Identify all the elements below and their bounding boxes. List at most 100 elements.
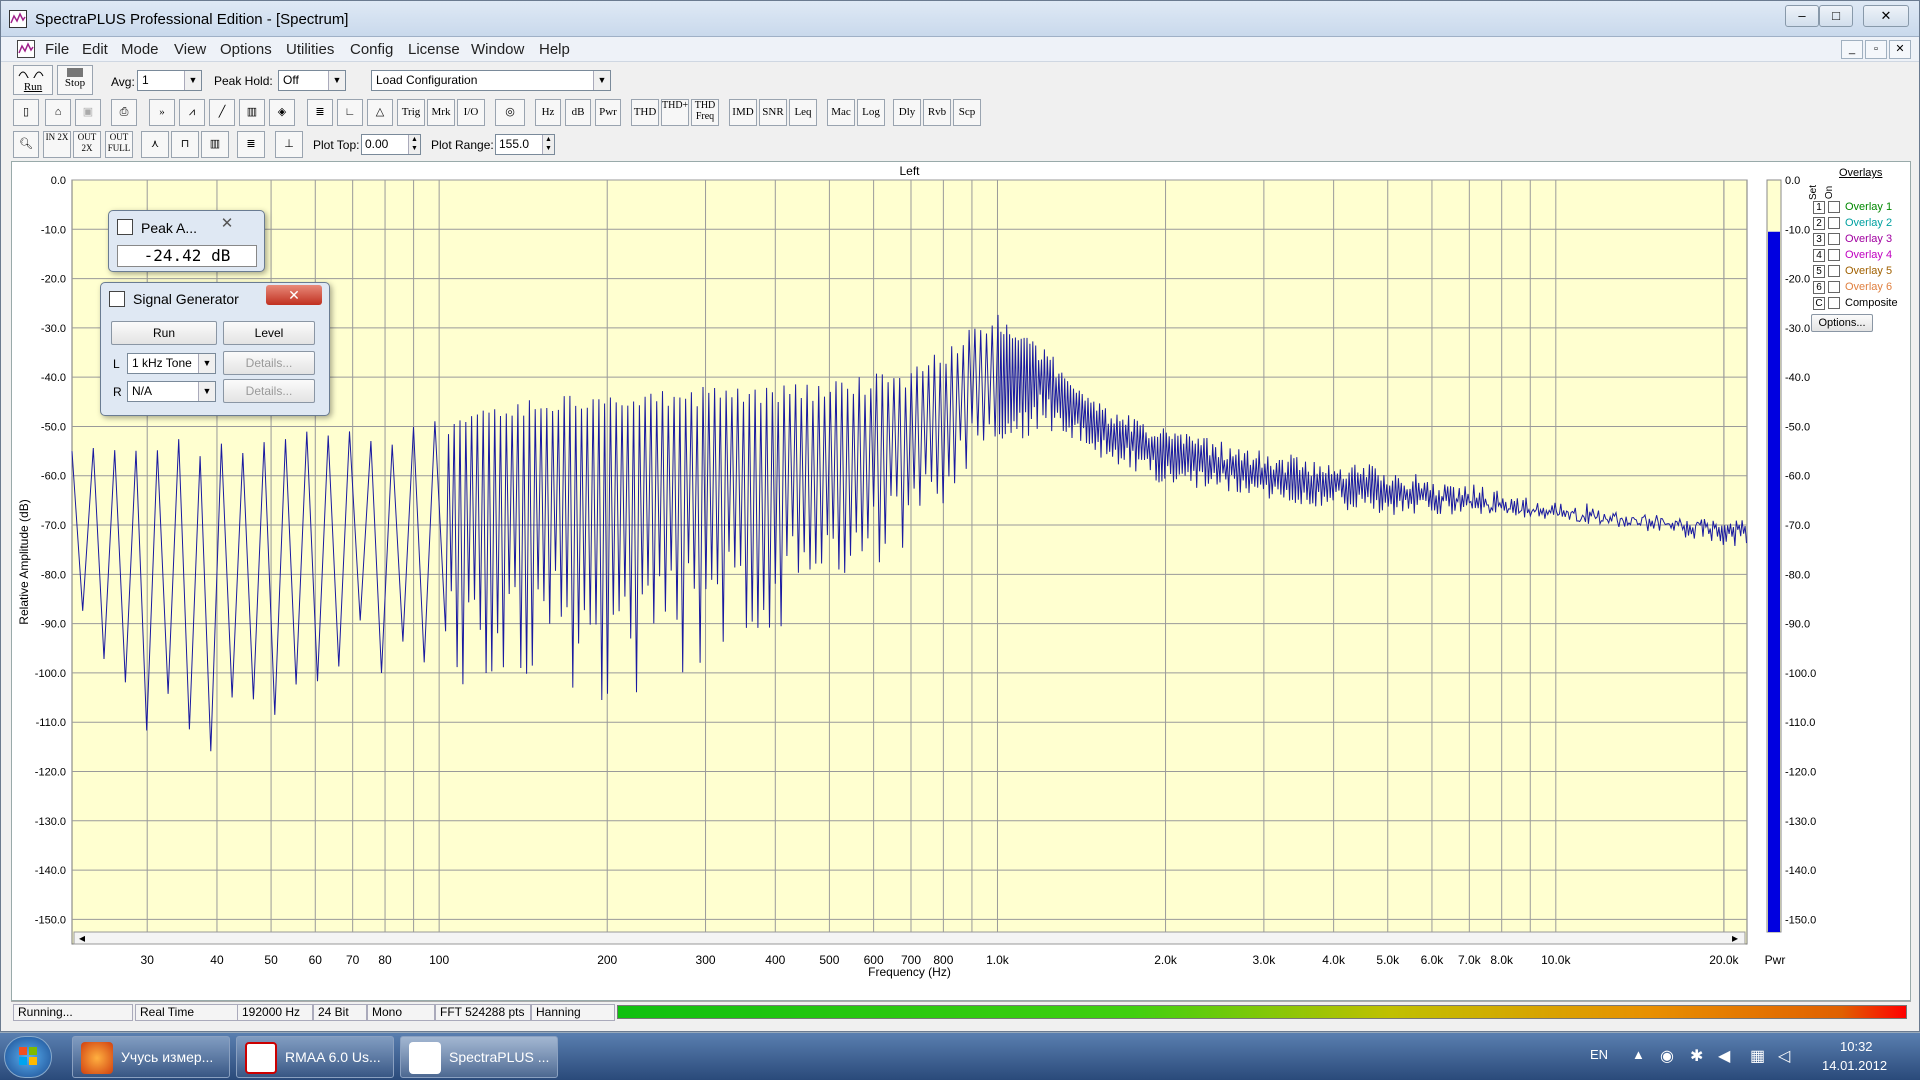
weighting-icon[interactable]: △ (367, 99, 393, 126)
signal-generator-icon[interactable]: ◎ (495, 99, 525, 126)
maximize-button[interactable]: □ (1819, 5, 1853, 27)
3d-surface-icon[interactable]: ◈ (269, 99, 295, 126)
overlay-checkbox[interactable] (1828, 265, 1840, 277)
peak-amplitude-window[interactable]: Peak A... ✕ -24.42 dB (108, 210, 265, 272)
zoom-out-2x-button[interactable]: OUT 2X (73, 131, 101, 158)
menu-file[interactable]: File (45, 41, 69, 58)
zoom-icon[interactable]: 🔍︎ (13, 131, 39, 158)
overlay-checkbox[interactable] (1828, 281, 1840, 293)
composite-checkbox[interactable] (1828, 297, 1840, 309)
mac-button[interactable]: Mac (827, 99, 855, 126)
imd-button[interactable]: IMD (729, 99, 757, 126)
task-pdf[interactable]: RMAA 6.0 Us... (236, 1036, 394, 1078)
avg-select[interactable]: 1 ▼ (137, 70, 202, 91)
menu-options[interactable]: Options (220, 41, 272, 58)
peak-hold-select[interactable]: Off ▼ (278, 70, 346, 91)
spectrogram-icon[interactable]: ▥ (239, 99, 265, 126)
zoom-in-2x-button[interactable]: IN 2X (43, 131, 71, 158)
overlay-set-button[interactable]: 5 (1813, 265, 1825, 278)
minimize-button[interactable]: – (1785, 5, 1819, 27)
delay-button[interactable]: Dly (893, 99, 921, 126)
menu-config[interactable]: Config (350, 41, 393, 58)
overlay-checkbox[interactable] (1828, 217, 1840, 229)
speaker-icon[interactable]: ◁ (1778, 1046, 1790, 1066)
tray-expand-icon[interactable]: ▲ (1632, 1047, 1645, 1062)
close-button[interactable]: ✕ (1863, 5, 1909, 27)
peak-view-icon[interactable]: ⋏ (141, 131, 169, 158)
new-file-icon[interactable]: ▯ (13, 99, 39, 126)
overlay-options-button[interactable]: Options... (1811, 314, 1873, 332)
overlay-checkbox[interactable] (1828, 233, 1840, 245)
menu-window[interactable]: Window (471, 41, 524, 58)
overlay-set-button[interactable]: 3 (1813, 233, 1825, 246)
spectrum-icon[interactable]: ⩘ (179, 99, 205, 126)
thd-n-button[interactable]: THD+N (661, 99, 689, 126)
bluetooth-icon[interactable]: ✱ (1690, 1046, 1703, 1066)
menu-mode[interactable]: Mode (121, 41, 159, 58)
axis-icon[interactable]: ∟ (337, 99, 363, 126)
thd-freq-button[interactable]: THD Freq (691, 99, 719, 126)
bars-view-icon[interactable]: ▥ (201, 131, 229, 158)
menu-help[interactable]: Help (539, 41, 570, 58)
configuration-select[interactable]: Load Configuration ▼ (371, 70, 611, 91)
scope-button[interactable]: Scp (953, 99, 981, 126)
left-details-button[interactable]: Details... (223, 351, 315, 375)
close-icon[interactable]: ✕ (266, 285, 322, 305)
octave-view-icon[interactable]: ⊓ (171, 131, 199, 158)
db-button[interactable]: dB (565, 99, 591, 126)
plot-range-input[interactable]: 155.0 ▲ ▼ (495, 134, 555, 155)
overlay-checkbox[interactable] (1828, 249, 1840, 261)
mdi-close-button[interactable]: ✕ (1889, 40, 1911, 59)
overlay-set-button[interactable]: 2 (1813, 217, 1825, 230)
list-icon[interactable]: ≣ (307, 99, 333, 126)
line-icon[interactable]: ╱ (209, 99, 235, 126)
network-icon[interactable]: ▦ (1750, 1046, 1765, 1066)
hz-button[interactable]: Hz (535, 99, 561, 126)
io-button[interactable]: I/O (457, 99, 485, 126)
trigger-button[interactable]: Trig (397, 99, 425, 126)
display-settings-icon[interactable]: ≣ (237, 131, 265, 158)
pwr-button[interactable]: Pwr (595, 99, 621, 126)
generator-run-button[interactable]: Run (111, 321, 217, 345)
right-details-button[interactable]: Details... (223, 379, 315, 403)
start-button[interactable] (4, 1036, 52, 1078)
document-icon[interactable] (17, 40, 35, 58)
stop-button[interactable]: Stop (57, 65, 93, 95)
menu-view[interactable]: View (174, 41, 206, 58)
menu-license[interactable]: License (408, 41, 460, 58)
print-icon[interactable]: ⎙ (111, 99, 137, 126)
overlay-set-button[interactable]: 1 (1813, 201, 1825, 214)
open-folder-icon[interactable]: ⌂ (45, 99, 71, 126)
overlay-set-button[interactable]: 6 (1813, 281, 1825, 294)
close-icon[interactable]: ✕ (201, 214, 253, 234)
leq-button[interactable]: Leq (789, 99, 817, 126)
language-indicator[interactable]: EN (1590, 1047, 1608, 1062)
title-bar[interactable]: SpectraPLUS Professional Edition - [Spec… (1, 1, 1919, 37)
menu-edit[interactable]: Edit (82, 41, 108, 58)
task-firefox[interactable]: Учусь измер... (72, 1036, 230, 1078)
signal-generator-window[interactable]: Signal Generator ✕ Run Level L 1 kHz Ton… (100, 282, 330, 416)
mdi-restore-button[interactable]: ▫ (1865, 40, 1887, 59)
generator-level-button[interactable]: Level (223, 321, 315, 345)
zoom-out-full-button[interactable]: OUT FULL (105, 131, 133, 158)
snr-button[interactable]: SNR (759, 99, 787, 126)
antivirus-icon[interactable]: ◉ (1660, 1046, 1674, 1066)
log-button[interactable]: Log (857, 99, 885, 126)
menu-utilities[interactable]: Utilities (286, 41, 334, 58)
run-button[interactable]: Run (13, 65, 53, 95)
right-signal-select[interactable]: N/A ▼ (127, 381, 216, 402)
save-icon[interactable]: ▣ (75, 99, 101, 126)
marker-button[interactable]: Mrk (427, 99, 455, 126)
clock-date[interactable]: 14.01.2012 (1822, 1058, 1887, 1073)
mdi-minimize-button[interactable]: _ (1841, 40, 1863, 59)
left-signal-select[interactable]: 1 kHz Tone ▼ (127, 353, 216, 374)
overlay-checkbox[interactable] (1828, 201, 1840, 213)
task-spectraplus[interactable]: SpectraPLUS ... (400, 1036, 558, 1078)
reverb-button[interactable]: Rvb (923, 99, 951, 126)
thd-button[interactable]: THD (631, 99, 659, 126)
fast-forward-icon[interactable]: » (149, 99, 175, 126)
clock-time[interactable]: 10:32 (1840, 1039, 1873, 1054)
overlay-set-button[interactable]: 4 (1813, 249, 1825, 262)
composite-set-button[interactable]: C (1813, 297, 1825, 310)
plot-top-input[interactable]: 0.00 ▲ ▼ (361, 134, 421, 155)
